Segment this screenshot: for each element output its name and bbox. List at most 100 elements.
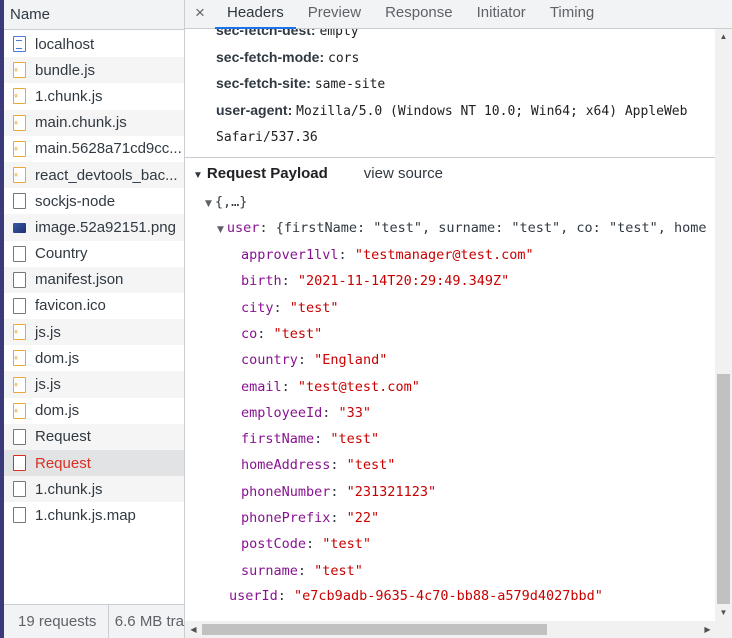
tab-headers[interactable]: Headers: [215, 0, 296, 29]
request-row[interactable]: localhost: [4, 31, 184, 57]
header-row-continued: Safari/537.36: [216, 128, 318, 145]
file-icon: [13, 297, 26, 314]
request-row[interactable]: image.52a92151.png: [4, 214, 184, 241]
header-row: sec-fetch-site: same-site: [216, 75, 385, 92]
field-key: phoneNumber: [241, 483, 331, 500]
request-name: Country: [35, 245, 88, 263]
document-icon: [13, 36, 26, 53]
request-row[interactable]: Country: [4, 241, 184, 267]
request-name: sockjs-node: [35, 192, 116, 210]
close-icon[interactable]: ×: [185, 0, 215, 23]
tab-timing[interactable]: Timing: [538, 0, 606, 29]
scroll-down-icon[interactable]: ▼: [715, 608, 732, 617]
request-row[interactable]: manifest.json: [4, 266, 184, 293]
image-icon: [13, 222, 26, 233]
request-name: main.5628a71cd9cc...: [35, 140, 182, 158]
payload-field: co: "test": [241, 325, 323, 342]
header-row: user-agent: Mozilla/5.0 (Windows NT 10.0…: [216, 102, 687, 119]
field-key: country: [241, 352, 298, 369]
request-row[interactable]: dom.js: [4, 345, 184, 371]
request-row[interactable]: dom.js: [4, 398, 184, 424]
header-row: sec-fetch-dest: empty: [216, 29, 359, 39]
payload-field: birth: "2021-11-14T20:29:49.349Z": [241, 273, 510, 290]
request-list-panel: Name localhost bundle.js 1.chunk.js main.ch…: [0, 0, 185, 638]
field-value: "e7cb9adb-9635-4c70-bb88-a579d4027bbd": [294, 588, 603, 604]
request-row[interactable]: Request: [4, 450, 184, 477]
payload-section-header[interactable]: ▼ Request Payload view source: [193, 165, 443, 182]
payload-field: firstName: "test": [241, 431, 380, 448]
tab-response[interactable]: Response: [373, 0, 465, 29]
root-preview: {,…}: [214, 194, 248, 210]
request-name: react_devtools_bac...: [35, 166, 178, 184]
expand-triangle-icon[interactable]: ▼: [205, 199, 212, 209]
request-row[interactable]: 1.chunk.js: [4, 476, 184, 503]
field-value: "test": [322, 536, 372, 553]
scroll-up-icon[interactable]: ▲: [715, 32, 732, 41]
view-source-link[interactable]: view source: [364, 165, 443, 182]
field-key: employeeId: [241, 404, 323, 421]
file-icon: [13, 271, 26, 288]
field-value: "test": [289, 299, 339, 316]
request-row[interactable]: main.chunk.js: [4, 109, 184, 136]
file-icon: [13, 507, 26, 524]
expand-triangle-icon[interactable]: ▼: [193, 170, 203, 181]
transfer-size: 6.6 MB tra: [114, 613, 184, 630]
file-icon: [13, 193, 26, 210]
field-key: userId: [229, 588, 278, 604]
header-key: sec-fetch-site:: [216, 75, 311, 91]
header-value: empty: [319, 29, 359, 39]
field-key: city: [241, 299, 274, 316]
field-value: "test@test.com": [297, 378, 420, 395]
header-key: sec-fetch-mode:: [216, 49, 325, 65]
scroll-right-icon[interactable]: ▶: [699, 625, 716, 634]
request-row[interactable]: favicon.ico: [4, 293, 184, 319]
field-key: homeAddress: [241, 457, 331, 474]
status-footer: 19 requests 6.6 MB tra: [4, 604, 184, 638]
payload-field: postCode: "test": [241, 536, 372, 553]
tab-initiator[interactable]: Initiator: [465, 0, 538, 29]
request-row[interactable]: js.js: [4, 319, 184, 346]
expand-triangle-icon[interactable]: ▼: [217, 225, 224, 235]
tab-preview[interactable]: Preview: [296, 0, 373, 29]
scroll-left-icon[interactable]: ◀: [185, 625, 202, 634]
field-value: "test": [273, 325, 323, 342]
payload-root[interactable]: ▼ {,…}: [205, 194, 247, 210]
field-key: phonePrefix: [241, 510, 331, 526]
request-row[interactable]: main.5628a71cd9cc...: [4, 136, 184, 162]
request-name: manifest.json: [35, 271, 124, 289]
horizontal-scrollbar[interactable]: ◀ ▶: [185, 621, 732, 638]
script-icon: [13, 376, 26, 393]
field-key: email: [241, 378, 282, 395]
section-divider: [185, 157, 715, 158]
request-row[interactable]: 1.chunk.js: [4, 83, 184, 109]
vertical-scroll-thumb[interactable]: [717, 374, 730, 604]
field-key: surname: [241, 562, 298, 579]
request-row[interactable]: js.js: [4, 371, 184, 398]
user-object-row[interactable]: ▼ user: {firstName: "test", surname: "tes…: [217, 220, 706, 236]
request-name: js.js: [35, 376, 61, 394]
field-value: "test": [346, 457, 396, 474]
payload-field: phoneNumber: "231321123": [241, 483, 437, 500]
userid-row: userId: "e7cb9adb-9635-4c70-bb88-a579d40…: [229, 588, 603, 604]
script-icon: [13, 167, 26, 184]
request-row[interactable]: 1.chunk.js.map: [4, 502, 184, 528]
name-column-header[interactable]: Name: [4, 0, 184, 30]
error-file-icon: [13, 455, 26, 472]
script-icon: [13, 88, 26, 105]
script-icon: [13, 114, 26, 131]
field-value: "test": [314, 562, 363, 579]
request-row[interactable]: bundle.js: [4, 57, 184, 84]
request-count: 19 requests: [4, 605, 109, 638]
header-value: cors: [328, 51, 360, 66]
payload-field: country: "England": [241, 352, 388, 369]
request-row[interactable]: Request: [4, 423, 184, 450]
script-icon: [13, 62, 26, 79]
request-row[interactable]: sockjs-node: [4, 188, 184, 214]
request-row[interactable]: react_devtools_bac...: [4, 161, 184, 189]
payload-field: email: "test@test.com": [241, 378, 420, 395]
field-key: firstName: [241, 431, 315, 448]
field-key: approver1lvl: [241, 247, 339, 263]
script-icon: [13, 140, 26, 157]
vertical-scrollbar[interactable]: ▲ ▼: [715, 29, 732, 621]
horizontal-scroll-thumb[interactable]: [202, 624, 547, 635]
